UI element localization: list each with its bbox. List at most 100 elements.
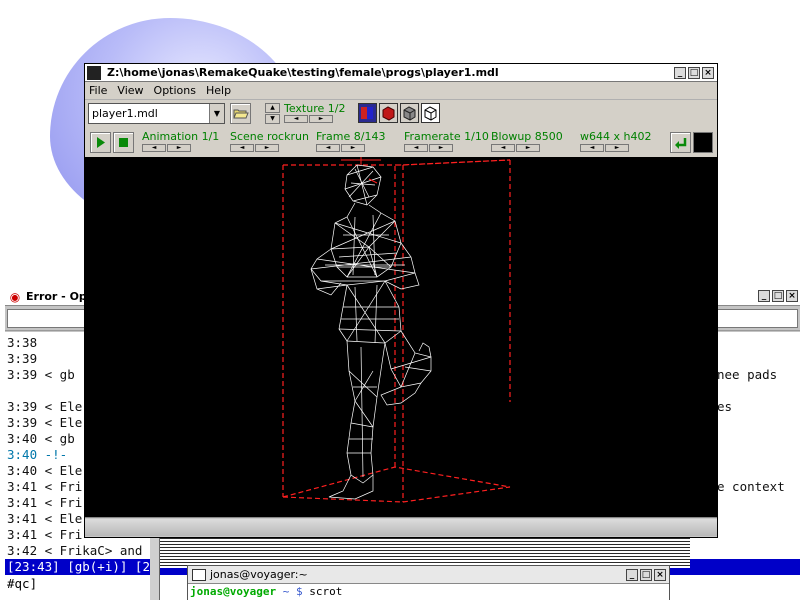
- model-viewport[interactable]: [85, 157, 717, 517]
- maximize-button[interactable]: □: [640, 569, 652, 581]
- irc-line: 3:40 -!-: [7, 447, 75, 462]
- frame-spinner[interactable]: ◄ ►: [316, 144, 385, 152]
- irc-input-line[interactable]: #qc]: [7, 576, 37, 592]
- menu-view[interactable]: View: [117, 84, 143, 97]
- irc-line: 3:41 < Fri: [7, 527, 83, 542]
- stop-button[interactable]: [113, 132, 134, 153]
- blowup-spinner[interactable]: ◄ ►: [491, 144, 563, 152]
- shell-terminal-window[interactable]: jonas@voyager:~ _ □ × jonas@voyager ~ $ …: [187, 565, 670, 600]
- irc-window-title: Error - Op: [26, 290, 87, 303]
- frame-prev-button[interactable]: ◄: [316, 144, 340, 152]
- animation-spinner[interactable]: ◄ ►: [142, 144, 219, 152]
- undo-arrow-icon: [675, 138, 687, 149]
- texture-next-button[interactable]: ►: [309, 115, 333, 123]
- character-mesh: [310, 164, 432, 500]
- wireframe-model: [282, 157, 511, 503]
- irc-line: 3:41 < Fri: [7, 495, 83, 510]
- render-mode-flat-button[interactable]: [400, 103, 419, 123]
- irc-line: 3:41 < Ele: [7, 511, 83, 526]
- irc-line: 3:40 < Ele: [7, 463, 83, 478]
- animation-control: Animation 1/1 ◄ ►: [142, 130, 219, 152]
- animation-label: Animation 1/1: [142, 130, 220, 143]
- status-grip: [85, 519, 717, 536]
- close-button[interactable]: ×: [654, 569, 666, 581]
- terminal-command: scrot: [309, 585, 343, 598]
- framerate-label: Framerate 1/10: [404, 130, 489, 143]
- open-folder-button[interactable]: [230, 103, 251, 124]
- mdl-viewer-window[interactable]: Z:\home\jonas\RemakeQuake\testing\female…: [84, 63, 718, 538]
- frame-next-button[interactable]: ►: [341, 144, 365, 152]
- blowup-label: Blowup 8500: [491, 130, 563, 143]
- maximize-button[interactable]: □: [772, 290, 784, 302]
- render-mode-shaded-button[interactable]: [379, 103, 398, 123]
- viewport-size-label: w644 x h402: [580, 130, 652, 143]
- menu-help[interactable]: Help: [206, 84, 231, 97]
- irc-line: 3:41 < Fri: [7, 479, 83, 494]
- file-toolbar: player1.mdl ▼ ▲ ▼ Texture 1/2 ◄ ►: [85, 100, 717, 128]
- background-color-swatch[interactable]: [693, 132, 713, 153]
- play-button[interactable]: [90, 132, 111, 153]
- framerate-spinner[interactable]: ◄ ►: [404, 144, 489, 152]
- model-select[interactable]: player1.mdl ▼: [88, 103, 225, 124]
- menu-file[interactable]: File: [89, 84, 107, 97]
- window-edge: [150, 538, 160, 600]
- stop-icon: [119, 138, 128, 147]
- viewport-size-spinner[interactable]: ◄ ►: [580, 144, 651, 152]
- opera-icon: ◉: [9, 289, 21, 304]
- framerate-control: Framerate 1/10 ◄ ►: [404, 130, 489, 152]
- maximize-button[interactable]: □: [688, 67, 700, 79]
- texture-down-button[interactable]: ▼: [265, 114, 280, 124]
- viewport-size-control: w644 x h402 ◄ ►: [580, 130, 651, 152]
- texture-label: Texture 1/2: [284, 102, 346, 115]
- scene-spinner[interactable]: ◄ ►: [230, 144, 309, 152]
- irc-line: 3:39 < gb: [7, 367, 75, 382]
- scene-prev-button[interactable]: ◄: [230, 144, 254, 152]
- texture-spinner[interactable]: ◄ ►: [284, 115, 333, 123]
- scene-control: Scene rockrun ◄ ►: [230, 130, 309, 152]
- background-window: [160, 538, 690, 568]
- minimize-button[interactable]: _: [674, 67, 686, 79]
- texture-up-button[interactable]: ▲: [265, 103, 280, 113]
- irc-line-fragment: es: [717, 399, 733, 414]
- viewer-title-bar[interactable]: Z:\home\jonas\RemakeQuake\testing\female…: [85, 64, 717, 82]
- textured-cube-icon: [361, 107, 373, 119]
- terminal-icon: [192, 568, 206, 581]
- menu-bar: File View Options Help: [85, 82, 717, 100]
- minimize-button[interactable]: _: [758, 290, 770, 302]
- blowup-prev-button[interactable]: ◄: [491, 144, 515, 152]
- irc-line-fragment: e context: [717, 479, 785, 494]
- framerate-next-button[interactable]: ►: [429, 144, 453, 152]
- minimize-button[interactable]: _: [626, 569, 638, 581]
- folder-open-icon: [233, 109, 249, 119]
- framerate-prev-button[interactable]: ◄: [404, 144, 428, 152]
- irc-line: 3:39 < Ele: [7, 415, 83, 430]
- menu-options[interactable]: Options: [154, 84, 196, 97]
- play-icon: [97, 137, 105, 148]
- close-button[interactable]: ×: [702, 67, 714, 79]
- irc-line: 3:38: [7, 335, 38, 350]
- render-mode-textured-button[interactable]: [358, 103, 377, 123]
- app-icon: [87, 65, 101, 80]
- scene-next-button[interactable]: ►: [255, 144, 279, 152]
- texture-prev-button[interactable]: ◄: [284, 115, 308, 123]
- close-button[interactable]: ×: [786, 290, 798, 302]
- size-next-button[interactable]: ►: [605, 144, 629, 152]
- blowup-control: Blowup 8500 ◄ ►: [491, 130, 563, 152]
- render-mode-wireframe-button[interactable]: [421, 103, 440, 123]
- prompt-user: jonas@voyager: [190, 585, 277, 598]
- reset-view-button[interactable]: [670, 132, 691, 153]
- animation-next-button[interactable]: ►: [167, 144, 191, 152]
- irc-line: 3:42 < FrikaC> and: [7, 543, 143, 558]
- terminal-title: jonas@voyager:~: [210, 568, 308, 581]
- size-prev-button[interactable]: ◄: [580, 144, 604, 152]
- frame-label: Frame 8/143: [316, 130, 386, 143]
- terminal-content[interactable]: jonas@voyager ~ $ scrot: [188, 584, 669, 600]
- frame-control: Frame 8/143 ◄ ►: [316, 130, 385, 152]
- irc-line: 3:39: [7, 351, 38, 366]
- flat-cube-icon: [403, 106, 416, 121]
- blowup-next-button[interactable]: ►: [516, 144, 540, 152]
- viewer-window-title: Z:\home\jonas\RemakeQuake\testing\female…: [107, 66, 499, 79]
- animation-prev-button[interactable]: ◄: [142, 144, 166, 152]
- terminal-title-bar[interactable]: jonas@voyager:~ _ □ ×: [188, 566, 669, 584]
- chevron-down-icon[interactable]: ▼: [209, 104, 224, 123]
